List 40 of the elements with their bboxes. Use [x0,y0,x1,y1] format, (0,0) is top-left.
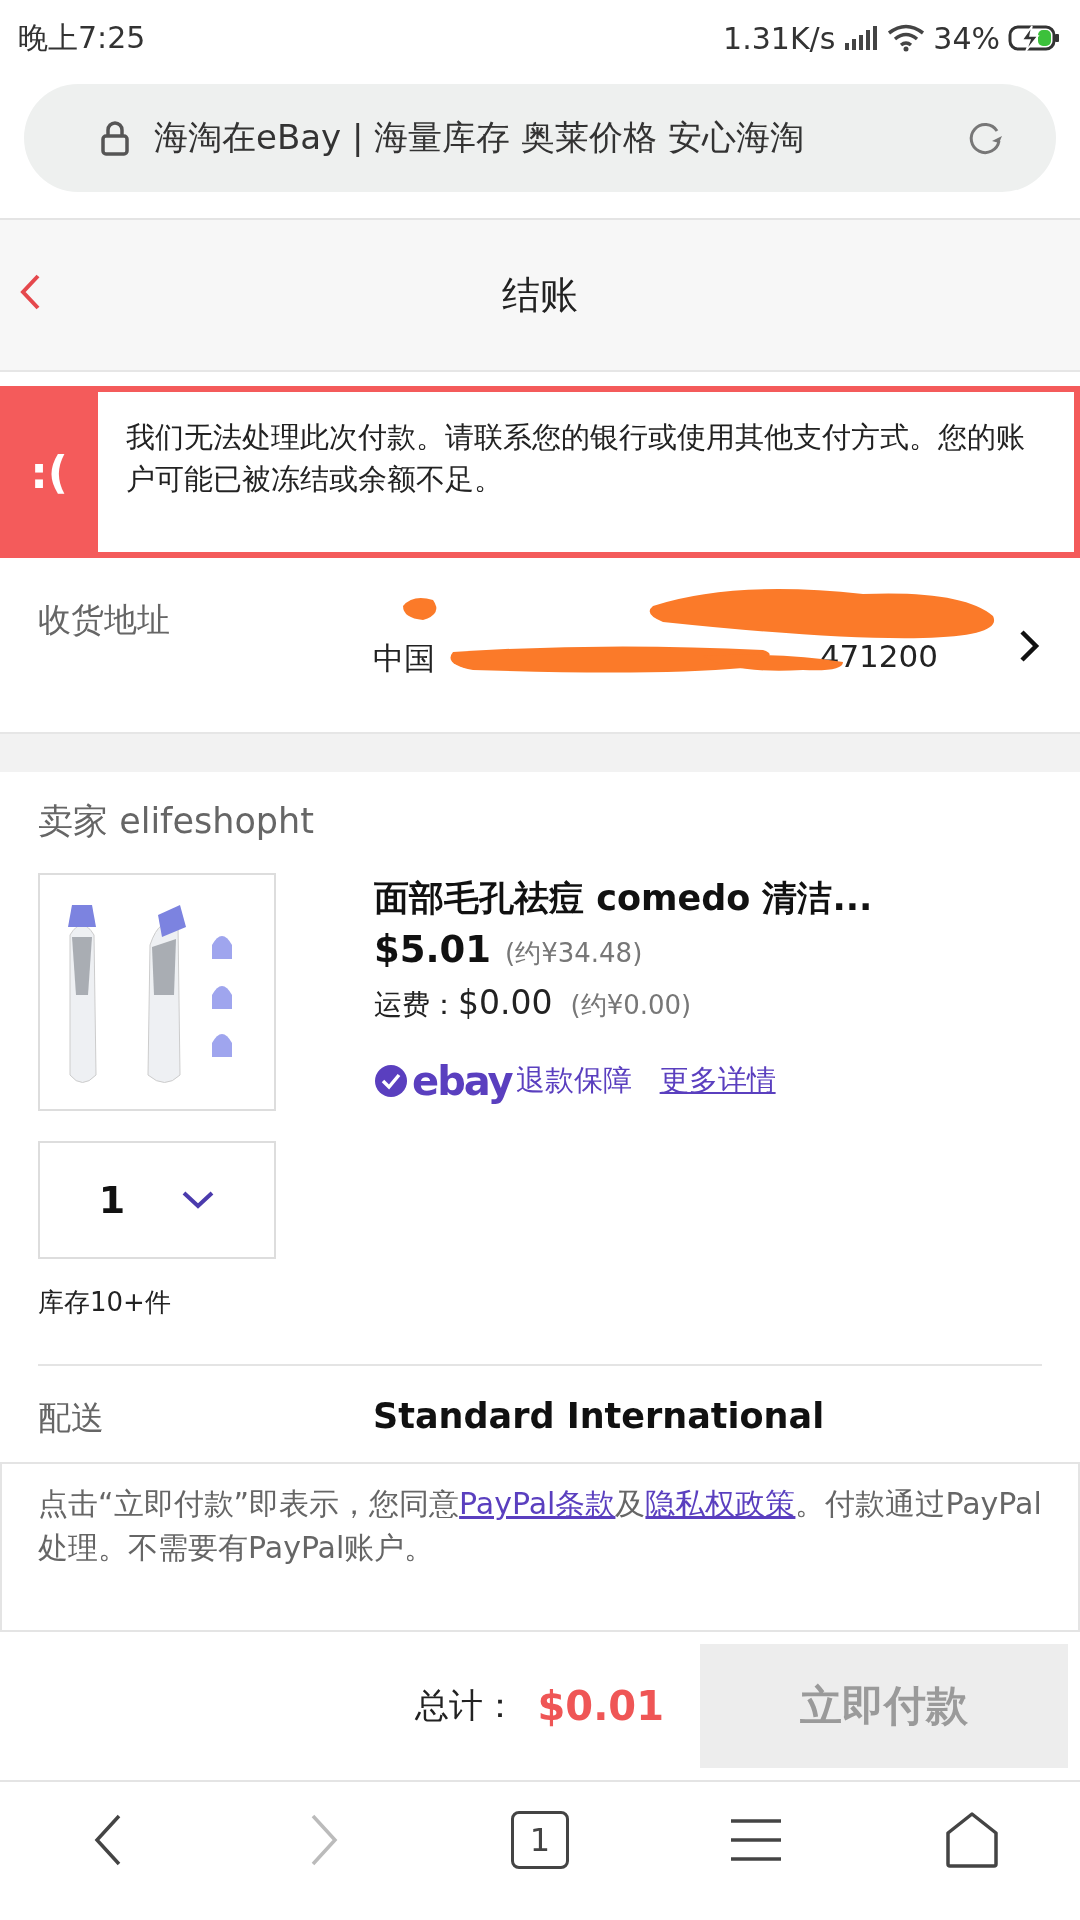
address-label: 收货地址 [38,599,171,641]
total-amount: $0.01 [537,1683,664,1729]
address-bar[interactable]: 海淘在eBay | 海量库存 奥莱价格 安心海淘 [24,84,1056,192]
signal-icon [843,25,880,51]
home-icon[interactable] [945,1811,999,1869]
clock-time: 晚上7:25 [18,18,146,57]
seller-name: 卖家 elifeshopht [38,800,315,843]
chevron-right-icon [1018,628,1040,664]
error-message: 我们无法处理此次付款。请联系您的银行或使用其他支付方式。您的账户可能已被冻结或余额不足。 [98,392,1074,552]
check-circle-icon [374,1064,408,1098]
shipping-cost: $0.00 [458,983,553,1022]
battery-percent: 34% [933,20,1000,56]
legal-notice: 点击“立即付款”即表示，您同意PayPal条款及隐私权政策。付款通过PayPal处理。不需要有PayPal账户。 [38,1485,1042,1567]
stock-text: 库存10+件 [38,1286,172,1319]
chevron-down-icon [181,1190,216,1210]
lock-icon [100,120,130,156]
quantity-dropdown[interactable]: 1 [38,1141,276,1259]
page-title: 海淘在eBay | 海量库存 奥莱价格 安心海淘 [154,116,805,159]
network-speed: 1.31K/s [723,20,836,56]
shipping-label: 运费： [374,987,458,1023]
address-text: 中国 [373,639,435,678]
wifi-icon [887,24,926,52]
delivery-label: 配送 [38,1397,105,1439]
menu-icon[interactable] [729,1817,783,1863]
sad-face-emoticon: :( [29,445,69,500]
delivery-method: Standard International [373,1396,825,1438]
converted-price: (约¥34.48) [505,937,643,970]
item-title[interactable]: 面部毛孔祛痘 comedo 清洁... [374,875,1042,922]
guarantee-text: 退款保障 [515,1062,632,1099]
tabs-button[interactable]: 1 [511,1811,569,1869]
battery-charging-icon [1008,24,1062,52]
converted-shipping: (约¥0.00) [570,989,692,1022]
terms-link[interactable]: 隐私权政策 [645,1486,796,1521]
page-title: 结账 [502,271,578,319]
ebay-logo: ebay [412,1058,512,1104]
terms-link[interactable]: PayPal条款 [459,1486,616,1521]
item-price: $5.01 [374,928,492,971]
back-icon[interactable] [93,1813,123,1867]
total-label: 总计： [415,1684,518,1727]
more-details-link[interactable]: 更多详情 [659,1061,776,1101]
